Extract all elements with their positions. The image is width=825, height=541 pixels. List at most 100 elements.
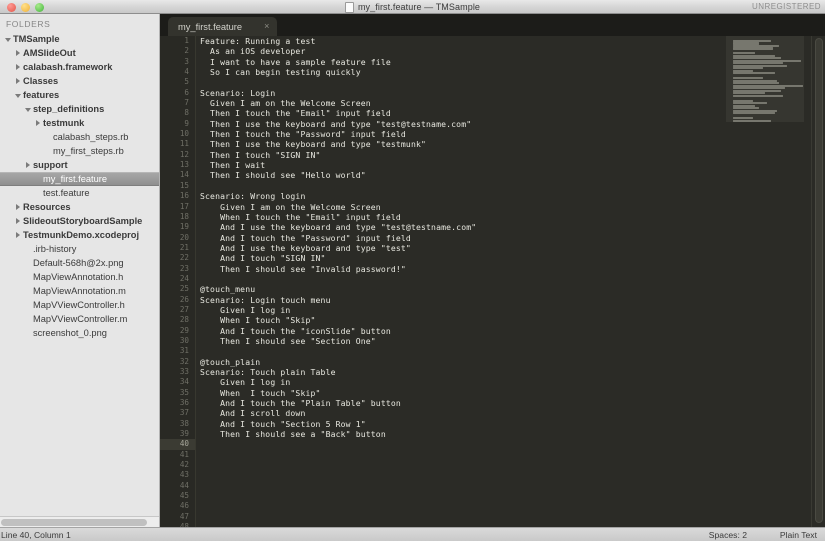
tree-item-tmsample[interactable]: TMSample	[0, 32, 159, 46]
cursor-position-status: Line 40, Column 1	[1, 530, 71, 540]
tree-item-classes[interactable]: Classes	[0, 74, 159, 88]
minimap-line	[733, 47, 773, 50]
chevron-down-icon[interactable]	[4, 35, 13, 44]
tree-item-testmunk[interactable]: testmunk	[0, 116, 159, 130]
code-line: And I scroll down	[200, 408, 306, 419]
line-number: 7	[184, 98, 189, 108]
line-number: 5	[184, 77, 189, 87]
spacer-icon	[24, 315, 33, 324]
chevron-right-icon[interactable]	[14, 203, 23, 212]
code-line: Scenario: Wrong login	[200, 191, 306, 202]
code-line: Given I log in	[200, 304, 291, 315]
tree-item-my-first-feature[interactable]: my_first.feature	[0, 172, 159, 186]
line-number: 47	[179, 511, 189, 521]
line-number: 41	[179, 449, 189, 459]
spacer-icon	[44, 133, 53, 142]
tree-item-amslideout[interactable]: AMSlideOut	[0, 46, 159, 60]
tree-item-testmunkdemo-xcodeproj[interactable]: TestmunkDemo.xcodeproj	[0, 228, 159, 242]
close-icon[interactable]: ×	[264, 22, 269, 31]
code-line: Then I should see a "Back" button	[200, 429, 386, 440]
spacer-icon	[34, 189, 43, 198]
chevron-down-icon[interactable]	[24, 105, 33, 114]
chevron-right-icon[interactable]	[24, 161, 33, 170]
tree-item-calabash-steps-rb[interactable]: calabash_steps.rb	[0, 130, 159, 144]
editor-vertical-scrollbar[interactable]	[811, 36, 825, 527]
tree-item-features[interactable]: features	[0, 88, 159, 102]
chevron-right-icon[interactable]	[14, 231, 23, 240]
scrollbar-thumb[interactable]	[815, 38, 823, 523]
code-line: And I touch "SIGN IN"	[200, 253, 326, 264]
scrollbar-thumb[interactable]	[1, 519, 147, 526]
chevron-right-icon[interactable]	[14, 217, 23, 226]
line-number: 35	[179, 387, 189, 397]
spacer-icon	[44, 147, 53, 156]
tree-item-slideoutstoryboardsample[interactable]: SlideoutStoryboardSample	[0, 214, 159, 228]
tree-item-my-first-steps-rb[interactable]: my_first_steps.rb	[0, 144, 159, 158]
line-number: 2	[184, 46, 189, 56]
tab-bar: my_first.feature ×	[160, 14, 825, 36]
tree-item-resources[interactable]: Resources	[0, 200, 159, 214]
code-editor[interactable]: 1 2 3 4 5 6 7 8 9 10 11 12 13 14 15 16 17 18 19 20 21 22 23 24 2…	[160, 36, 825, 527]
line-number: 32	[179, 356, 189, 366]
tree-item-default-568h-2x-png[interactable]: Default-568h@2x.png	[0, 256, 159, 270]
line-number: 30	[179, 335, 189, 345]
minimap-line	[733, 107, 759, 110]
line-number: 16	[179, 191, 189, 201]
spacer-icon	[24, 245, 33, 254]
tree-item-label: MapVViewController.h	[33, 300, 125, 310]
zoom-button[interactable]	[35, 3, 44, 12]
line-number: 12	[179, 149, 189, 159]
tree-item-mapviewannotation-h[interactable]: MapViewAnnotation.h	[0, 270, 159, 284]
tree-item-test-feature[interactable]: test.feature	[0, 186, 159, 200]
tree-item-mapvviewcontroller-m[interactable]: MapVViewController.m	[0, 312, 159, 326]
sidebar-horizontal-scrollbar[interactable]	[0, 516, 159, 527]
line-number: 26	[179, 294, 189, 304]
tree-item-label: AMSlideOut	[23, 48, 76, 58]
line-number: 14	[179, 170, 189, 180]
tree-item-label: testmunk	[43, 118, 85, 128]
tree-item-label: Default-568h@2x.png	[33, 258, 124, 268]
line-number: 24	[179, 273, 189, 283]
spacer-icon	[24, 329, 33, 338]
sidebar-file-tree[interactable]: FOLDERS TMSample AMSlideOut calabash.frame…	[0, 14, 160, 527]
tab-my-first-feature[interactable]: my_first.feature ×	[168, 17, 278, 36]
code-line: Given I log in	[200, 377, 291, 388]
tree-item-mapviewannotation-m[interactable]: MapViewAnnotation.m	[0, 284, 159, 298]
chevron-right-icon[interactable]	[14, 63, 23, 72]
minimap-line	[733, 82, 779, 85]
tree-item-support[interactable]: support	[0, 158, 159, 172]
line-number: 11	[179, 139, 189, 149]
minimap-line	[733, 72, 775, 75]
syntax-mode-status[interactable]: Plain Text	[780, 530, 817, 540]
chevron-right-icon[interactable]	[14, 49, 23, 58]
indentation-status[interactable]: Spaces: 2	[709, 530, 747, 540]
line-number: 8	[184, 108, 189, 118]
minimap-line	[733, 87, 785, 90]
code-line: Scenario: Touch plain Table	[200, 367, 336, 377]
close-button[interactable]	[7, 3, 16, 12]
tree-item-irb-history[interactable]: .irb-history	[0, 242, 159, 256]
line-number: 27	[179, 304, 189, 314]
chevron-right-icon[interactable]	[14, 77, 23, 86]
tree-item-mapvviewcontroller-h[interactable]: MapVViewController.h	[0, 298, 159, 312]
line-number: 1	[184, 36, 189, 45]
tree-item-label: TMSample	[13, 34, 60, 44]
minimap[interactable]	[726, 36, 804, 122]
line-number: 9	[184, 118, 189, 128]
chevron-down-icon[interactable]	[14, 91, 23, 100]
line-number: 25	[179, 284, 189, 294]
minimap-line	[733, 102, 767, 105]
tree-item-calabash-framework[interactable]: calabash.framework	[0, 60, 159, 74]
tree-item-screenshot-0-png[interactable]: screenshot_0.png	[0, 326, 159, 340]
tree-item-label: support	[33, 160, 68, 170]
status-bar: Line 40, Column 1 Spaces: 2 Plain Text	[0, 527, 825, 541]
chevron-right-icon[interactable]	[34, 119, 43, 128]
line-number: 13	[179, 160, 189, 170]
tree-item-step-definitions[interactable]: step_definitions	[0, 102, 159, 116]
minimize-button[interactable]	[21, 3, 30, 12]
